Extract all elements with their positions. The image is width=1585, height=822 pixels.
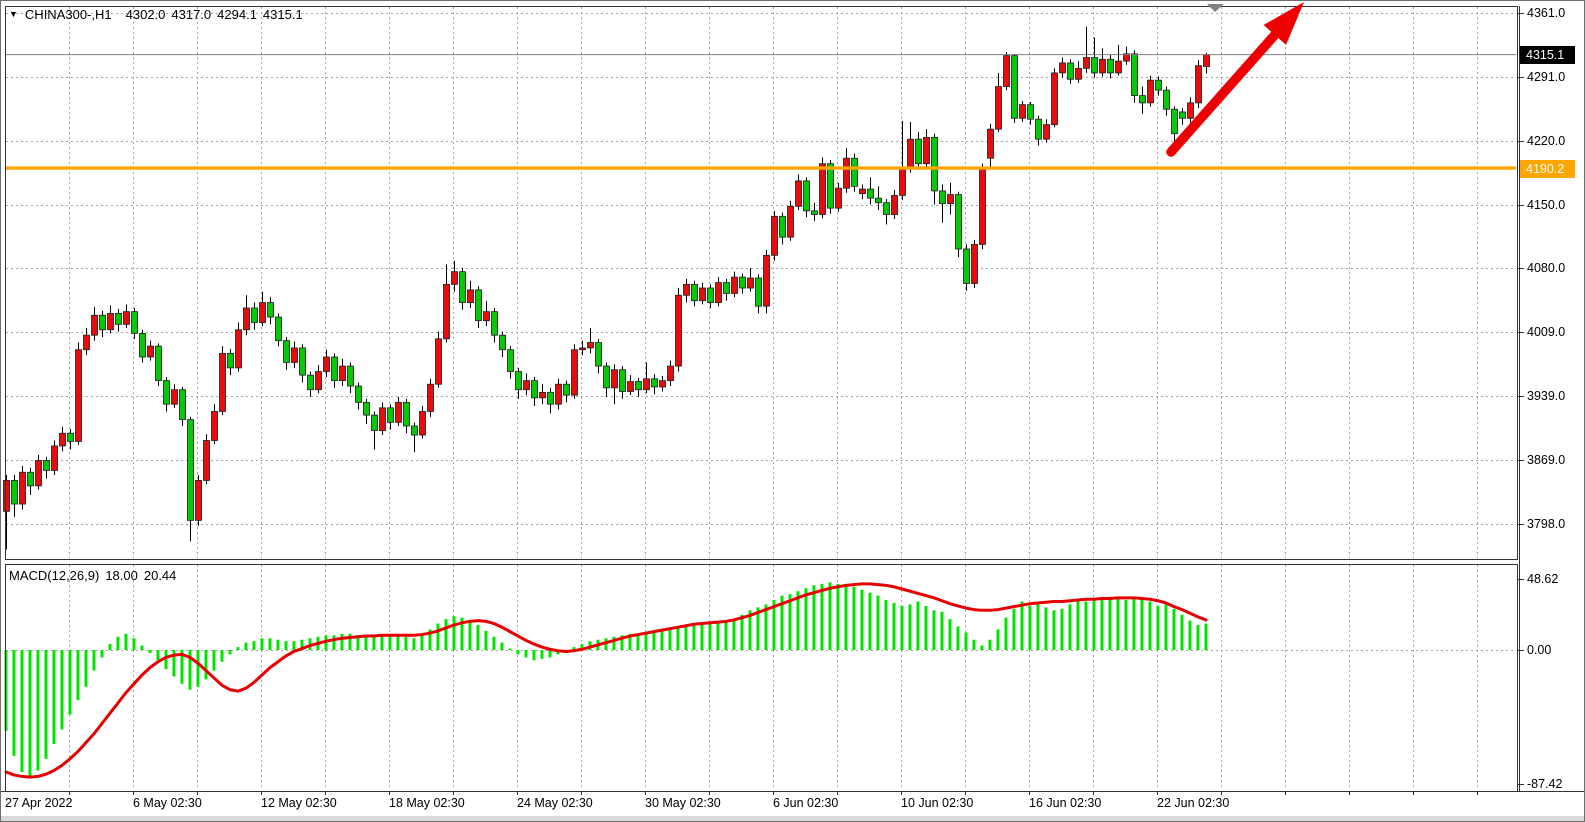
price-axis-label: 3869.0 xyxy=(1527,452,1565,468)
ohlc-high: 4317.0 xyxy=(171,7,211,22)
price-lines-layer xyxy=(6,55,1516,168)
hline-price-badge: 4190.2 xyxy=(1520,160,1575,178)
time-axis-label: 24 May 02:30 xyxy=(517,795,593,811)
time-axis-label: 6 Jun 02:30 xyxy=(773,795,838,811)
time-axis-label: 10 Jun 02:30 xyxy=(901,795,973,811)
price-axis-label: 4291.0 xyxy=(1527,69,1565,85)
macd-layer xyxy=(5,582,1208,778)
current-price-badge: 4315.1 xyxy=(1520,46,1575,64)
time-axis-label: 27 Apr 2022 xyxy=(5,795,72,811)
time-axis-label: 12 May 02:30 xyxy=(261,795,337,811)
price-axis-label: 4080.0 xyxy=(1527,260,1565,276)
price-axis-label: 4150.0 xyxy=(1527,197,1565,213)
objects-layer xyxy=(1171,2,1304,152)
price-chart-canvas[interactable] xyxy=(1,1,1585,822)
ohlc-open: 4302.0 xyxy=(126,7,166,22)
price-axis-label: 4220.0 xyxy=(1527,133,1565,149)
price-axis-label: 3939.0 xyxy=(1527,388,1565,404)
macd-axis-label: 0.00 xyxy=(1527,642,1551,658)
symbol-dropdown-icon: ▼ xyxy=(9,9,18,19)
macd-axis-label: -87.42 xyxy=(1527,776,1562,792)
ohlc-low: 4294.1 xyxy=(217,7,257,22)
price-axis-label: 3798.0 xyxy=(1527,516,1565,532)
macd-name: MACD(12,26,9) xyxy=(9,568,99,583)
time-axis-label: 6 May 02:30 xyxy=(133,795,202,811)
macd-signal-line xyxy=(6,584,1206,777)
macd-indicator-label: MACD(12,26,9) 18.00 20.44 xyxy=(9,568,182,583)
time-axis-label: 22 Jun 02:30 xyxy=(1157,795,1229,811)
time-axis-label: 16 Jun 02:30 xyxy=(1029,795,1101,811)
macd-signal-value: 20.44 xyxy=(144,568,177,583)
time-axis-label: 30 May 02:30 xyxy=(645,795,721,811)
chart-title: ▼ CHINA300-,H1 4302.0 4317.0 4294.1 4315.1 xyxy=(9,7,309,22)
price-axis-label: 4361.0 xyxy=(1527,5,1565,21)
candles-layer xyxy=(4,27,1210,550)
macd-main-value: 18.00 xyxy=(105,568,138,583)
symbol-label: CHINA300-,H1 xyxy=(25,7,112,22)
time-axis-label: 18 May 02:30 xyxy=(389,795,465,811)
chart-window: 4361.0 4291.0 4220.0 4150.0 4080.0 4009.0 3939… xyxy=(0,0,1585,822)
window-bottom-edge xyxy=(1,816,1585,821)
price-axis-label: 4009.0 xyxy=(1527,324,1565,340)
gridlines-layer xyxy=(6,7,1516,790)
macd-axis-label: 48.62 xyxy=(1527,571,1558,587)
frame-layer xyxy=(1,6,1585,795)
trend-arrow-shaft[interactable] xyxy=(1171,30,1279,152)
ohlc-close: 4315.1 xyxy=(263,7,303,22)
